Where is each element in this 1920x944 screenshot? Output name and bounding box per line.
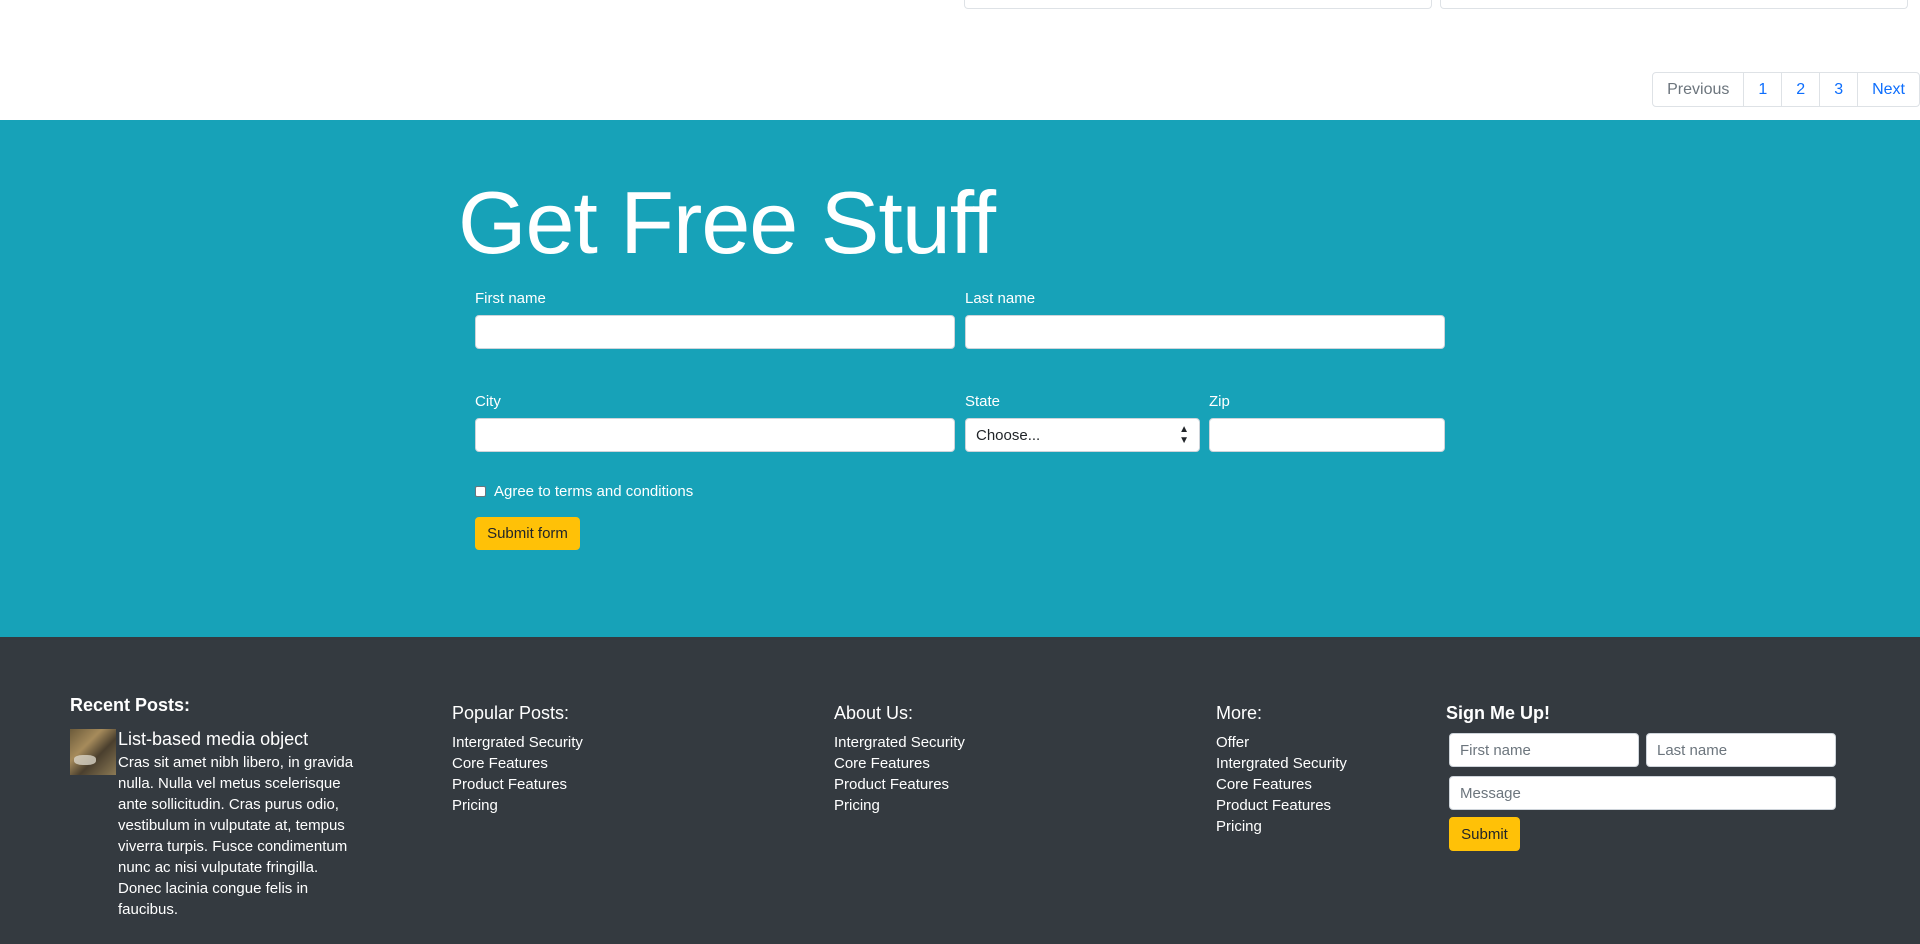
footer-link[interactable]: Pricing [1216, 816, 1347, 837]
agree-terms-checkbox[interactable] [475, 486, 486, 497]
pagination-page-1[interactable]: 1 [1743, 72, 1783, 107]
first-name-label: First name [475, 290, 546, 307]
footer-link[interactable]: Product Features [452, 774, 583, 795]
submit-form-button[interactable]: Submit form [475, 517, 580, 550]
recent-post-title[interactable]: List-based media object [118, 729, 360, 750]
footer-link[interactable]: Core Features [1216, 774, 1347, 795]
footer-link[interactable]: Offer [1216, 732, 1347, 753]
footer-link[interactable]: Intergrated Security [1216, 753, 1347, 774]
city-input[interactable] [475, 418, 955, 452]
signup-last-name-input[interactable]: Last name [1646, 733, 1836, 767]
state-select[interactable]: Choose... ▲ ▼ [965, 418, 1200, 452]
footer-link[interactable]: Core Features [834, 753, 965, 774]
hero-title: Get Free Stuff [458, 173, 996, 272]
get-free-stuff-section: Get Free Stuff First name Last name City… [0, 120, 1920, 637]
recent-posts-heading: Recent Posts: [70, 695, 191, 715]
city-label: City [475, 393, 501, 410]
recent-post-body: List-based media object Cras sit amet ni… [118, 729, 360, 920]
first-name-input[interactable] [475, 315, 955, 349]
footer: Recent Posts: List-based media object Cr… [0, 637, 1920, 944]
pagination-next[interactable]: Next [1857, 72, 1920, 107]
agree-terms-label: Agree to terms and conditions [494, 483, 694, 500]
pagination-page-3[interactable]: 3 [1819, 72, 1859, 107]
recent-post-text: Cras sit amet nibh libero, in gravida nu… [118, 754, 354, 918]
signup-first-name-input[interactable]: First name [1449, 733, 1639, 767]
more-heading: More: [1216, 703, 1263, 723]
footer-link[interactable]: Product Features [834, 774, 965, 795]
pagination-previous[interactable]: Previous [1652, 72, 1745, 107]
pagination: Previous 1 2 3 Next [1652, 72, 1920, 107]
card-bottom-edge [964, 0, 1432, 9]
footer-link[interactable]: Core Features [452, 753, 583, 774]
zip-label: Zip [1209, 393, 1230, 410]
footer-link[interactable]: Intergrated Security [834, 732, 965, 753]
popular-posts-column: Popular Posts: Intergrated Security Core… [452, 703, 583, 816]
popular-posts-heading: Popular Posts: [452, 703, 570, 723]
signup-submit-button[interactable]: Submit [1449, 817, 1520, 851]
state-select-value: Choose... [976, 426, 1041, 444]
select-caret-icon: ▲ ▼ [1179, 424, 1189, 446]
signup-message-input[interactable]: Message [1449, 776, 1836, 810]
more-column: More: Offer Intergrated Security Core Fe… [1216, 703, 1347, 837]
agree-terms-row: Agree to terms and conditions [475, 483, 693, 500]
footer-link[interactable]: Product Features [1216, 795, 1347, 816]
zip-input[interactable] [1209, 418, 1445, 452]
recent-post-thumbnail [70, 729, 116, 775]
card-bottom-edge [1440, 0, 1908, 9]
footer-link[interactable]: Intergrated Security [452, 732, 583, 753]
about-us-column: About Us: Intergrated Security Core Feat… [834, 703, 965, 816]
last-name-input[interactable] [965, 315, 1445, 349]
sign-up-heading: Sign Me Up! [1446, 703, 1550, 723]
state-label: State [965, 393, 1001, 410]
footer-link[interactable]: Pricing [452, 795, 583, 816]
top-strip: Previous 1 2 3 Next [0, 0, 1920, 120]
last-name-label: Last name [965, 290, 1036, 307]
footer-link[interactable]: Pricing [834, 795, 965, 816]
pagination-page-2[interactable]: 2 [1781, 72, 1821, 107]
recent-post-media: List-based media object Cras sit amet ni… [70, 729, 360, 920]
about-us-heading: About Us: [834, 703, 914, 723]
